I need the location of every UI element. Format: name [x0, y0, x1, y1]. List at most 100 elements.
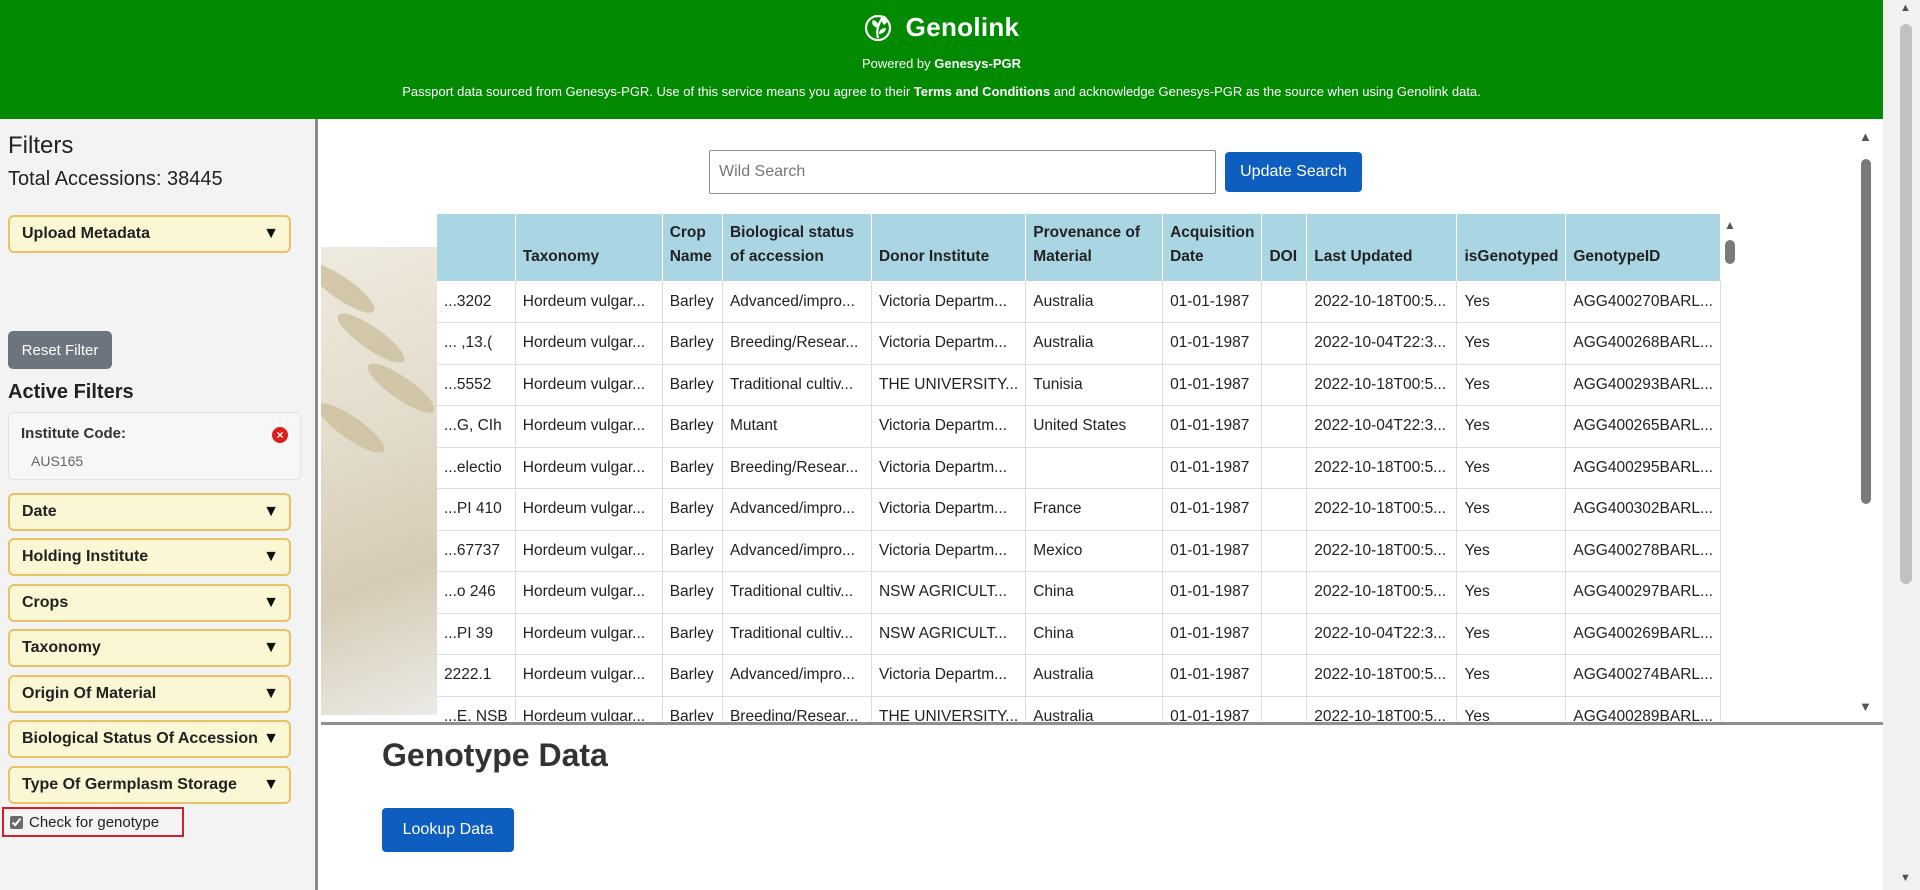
check-genotype-checkbox[interactable] [10, 815, 23, 829]
table-cell: Hordeum vulgar... [515, 488, 663, 531]
table-cell: Australia [1025, 696, 1164, 721]
table-cell: Barley [662, 364, 723, 406]
table-cell: 01-01-1987 [1162, 281, 1263, 323]
table-body: 3202... Hordeum vulgar... Barley Advanced/i… [437, 281, 1721, 721]
accessions-table-container[interactable]: Taxonomy Crop Name Biological status of … [437, 214, 1721, 721]
remove-filter-icon[interactable]: × [272, 427, 288, 443]
filter-date[interactable]: Date ▼ [8, 493, 291, 531]
upload-metadata-dropdown[interactable]: Upload Metadata ▼ [8, 215, 291, 253]
table-row[interactable]: 5552... Hordeum vulgar... Barley Traditiona… [437, 364, 1721, 406]
table-header-row: Taxonomy Crop Name Biological status of … [437, 214, 1721, 281]
check-genotype-label: Check for genotype [29, 813, 160, 831]
caret-down-icon: ▼ [263, 639, 279, 656]
table-cell: Victoria Departm... [871, 488, 1027, 531]
table-cell: Barley [662, 322, 723, 365]
passport-notice: Passport data sourced from Genesys-PGR. … [0, 84, 1883, 99]
table-cell: Hordeum vulgar... [515, 530, 663, 572]
table-cell: 01-01-1987 [1162, 613, 1263, 655]
table-cell: Barley [662, 696, 723, 721]
table-cell: PI 39... [437, 613, 516, 655]
column-header[interactable]: Last Updated [1306, 214, 1458, 281]
table-cell: Breeding/Resear... [722, 696, 872, 721]
scroll-up-icon[interactable]: ▲ [1859, 129, 1872, 144]
column-header[interactable]: isGenotyped [1456, 214, 1567, 281]
table-cell: Mutant [722, 405, 872, 448]
filter-crops[interactable]: Crops ▼ [8, 584, 291, 622]
column-header[interactable]: Biological status of accession [722, 214, 872, 281]
table-scrollbar[interactable]: ▲ [1721, 214, 1741, 724]
table-cell: 2022-10-18T00:5... [1306, 571, 1458, 614]
table-cell: United States [1025, 405, 1164, 448]
column-header[interactable]: Taxonomy [515, 214, 663, 281]
grain-shape [321, 256, 381, 320]
filter-germplasm-storage[interactable]: Type Of Germplasm Storage ▼ [8, 766, 291, 804]
column-header[interactable]: Crop Name [662, 214, 723, 281]
table-cell: Hordeum vulgar... [515, 322, 663, 365]
table-scroll-thumb[interactable] [1725, 240, 1735, 264]
table-cell: Australia [1025, 322, 1164, 365]
table-cell: Hordeum vulgar... [515, 571, 663, 614]
total-accessions: Total Accessions: 38445 [8, 168, 223, 190]
table-cell [1261, 364, 1308, 406]
table-cell: AGG400265BARL... [1565, 405, 1721, 448]
table-cell: Hordeum vulgar... [515, 447, 663, 489]
table-row[interactable]: 67737... Hordeum vulgar... Barley Advanced/… [437, 530, 1721, 572]
page-scroll-thumb[interactable] [1900, 24, 1912, 584]
table-cell: PI 410... [437, 488, 516, 531]
scroll-down-icon[interactable]: ▼ [1859, 699, 1872, 714]
table-cell: Breeding/Resear... [722, 447, 872, 489]
table-cell: Yes [1456, 405, 1567, 448]
table-row[interactable]: PI 410... Hordeum vulgar... Barley Advanced… [437, 488, 1721, 531]
table-cell: Barley [662, 613, 723, 655]
filter-origin-of-material[interactable]: Origin Of Material ▼ [8, 675, 291, 713]
table-row[interactable]: PI 39... Hordeum vulgar... Barley Tradition… [437, 613, 1721, 655]
table-cell: AGG400293BARL... [1565, 364, 1721, 406]
page-scrollbar[interactable]: ▲ ▼ [1883, 0, 1920, 890]
update-search-button[interactable]: Update Search [1225, 152, 1362, 192]
filter-holding-institute[interactable]: Holding Institute ▼ [8, 538, 291, 576]
main-scrollbar[interactable]: ▲ ▼ [1857, 129, 1877, 719]
table-cell: Victoria Departm... [871, 447, 1027, 489]
lookup-data-button[interactable]: Lookup Data [382, 808, 514, 852]
caret-down-icon: ▼ [263, 548, 279, 565]
table-row[interactable]: o 246... Hordeum vulgar... Barley Tradition… [437, 571, 1721, 614]
grain-shape [361, 356, 437, 420]
scroll-down-icon[interactable]: ▼ [1900, 872, 1911, 884]
filter-biological-status[interactable]: Biological Status Of Accession ▼ [8, 720, 291, 758]
table-row[interactable]: E, NSB... Hordeum vulgar... Barley Breeding… [437, 696, 1721, 721]
column-header[interactable]: Acquisition Date [1162, 214, 1263, 281]
column-header[interactable]: Donor Institute [871, 214, 1027, 281]
table-row[interactable]: G, CIh... Hordeum vulgar... Barley Mutant Vi… [437, 405, 1721, 448]
table-row[interactable]: 2222.1 Hordeum vulgar... Barley Advanced/im… [437, 654, 1721, 697]
table-cell: AGG400278BARL... [1565, 530, 1721, 572]
column-header[interactable]: Provenance of Material [1025, 214, 1164, 281]
terms-link[interactable]: Terms and Conditions [914, 84, 1050, 99]
table-cell: Victoria Departm... [871, 281, 1027, 323]
table-row[interactable]: 3202... Hordeum vulgar... Barley Advanced/i… [437, 281, 1721, 323]
main-scroll-thumb[interactable] [1861, 159, 1871, 504]
table-row[interactable]: ).13, ... Hordeum vulgar... Barley Breeding… [437, 322, 1721, 365]
filter-taxonomy[interactable]: Taxonomy ▼ [8, 629, 291, 667]
reset-filter-button[interactable]: Reset Filter [8, 331, 112, 369]
brand-name: Genolink [905, 11, 1020, 42]
column-header[interactable] [437, 214, 516, 281]
table-cell [1025, 447, 1164, 489]
column-header[interactable]: DOI [1261, 214, 1308, 281]
table-cell: Victoria Departm... [871, 405, 1027, 448]
genesys-link[interactable]: Genesys-PGR [934, 56, 1021, 71]
table-row[interactable]: electio... Hordeum vulgar... Barley Breedin… [437, 447, 1721, 489]
column-header[interactable]: GenotypeID [1565, 214, 1721, 281]
brand[interactable]: Genolink [0, 11, 1883, 43]
table-cell: 2022-10-18T00:5... [1306, 530, 1458, 572]
table-cell [1261, 571, 1308, 614]
caret-down-icon: ▼ [263, 730, 279, 747]
app-header: Genolink Powered by Genesys-PGR Passport… [0, 0, 1883, 119]
table-cell: 5552... [437, 364, 516, 406]
check-genotype-option[interactable]: Check for genotype [2, 807, 184, 837]
scroll-up-icon[interactable]: ▲ [1724, 218, 1736, 232]
filter-label: Date [22, 503, 57, 520]
table-cell: 01-01-1987 [1162, 322, 1263, 365]
scroll-up-icon[interactable]: ▲ [1900, 2, 1911, 14]
table-cell: Victoria Departm... [871, 654, 1027, 697]
wild-search-input[interactable] [709, 150, 1216, 194]
